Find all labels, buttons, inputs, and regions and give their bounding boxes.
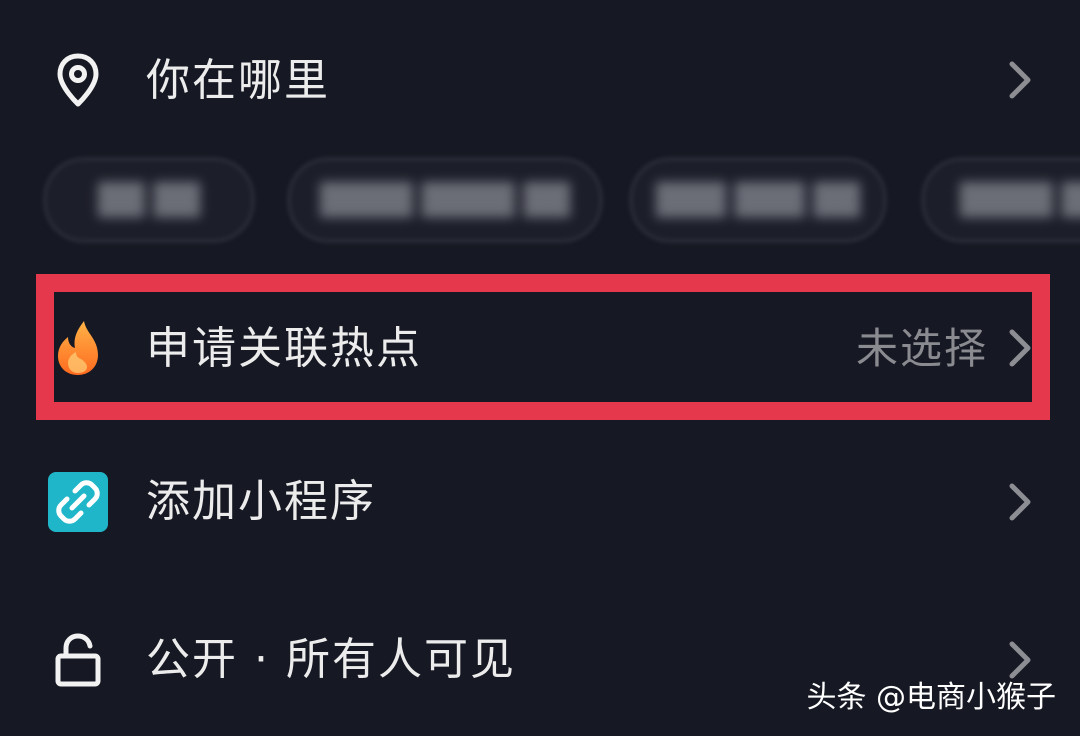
chevron-right-icon [1009,483,1031,521]
chevron-right-icon [1009,61,1031,99]
mini-program-label: 添加小程序 [146,476,376,527]
location-chip[interactable]: ████ ████ ██ [288,158,602,242]
location-suggestions: ██ ██ ████ ████ ██ ███ ███ ██ ████ ██ [0,150,1080,250]
mini-program-row[interactable]: 添加小程序 [0,442,1080,562]
unlock-icon [46,628,110,692]
hotspot-value: 未选择 [855,324,988,373]
publish-settings-screen: 你在哪里 ██ ██ ████ ████ ██ ███ ███ ██ ████ … [0,0,1080,736]
location-chip[interactable]: ████ ██ [922,158,1080,242]
location-chip[interactable]: ██ ██ [44,158,254,242]
chevron-right-icon [1009,329,1031,367]
flame-icon [46,316,110,380]
chevron-right-icon [1009,641,1031,679]
hotspot-label: 申请关联热点 [146,323,422,374]
hotspot-row[interactable]: 申请关联热点 未选择 [0,288,1080,408]
watermark: 头条 @电商小猴子 [806,680,1056,715]
visibility-label: 公开 · 所有人可见 [146,634,516,685]
location-row[interactable]: 你在哪里 [0,20,1080,140]
mini-program-icon [48,472,108,532]
location-pin-icon [46,48,110,112]
location-label: 你在哪里 [146,55,330,106]
location-chip[interactable]: ███ ███ ██ [630,158,886,242]
